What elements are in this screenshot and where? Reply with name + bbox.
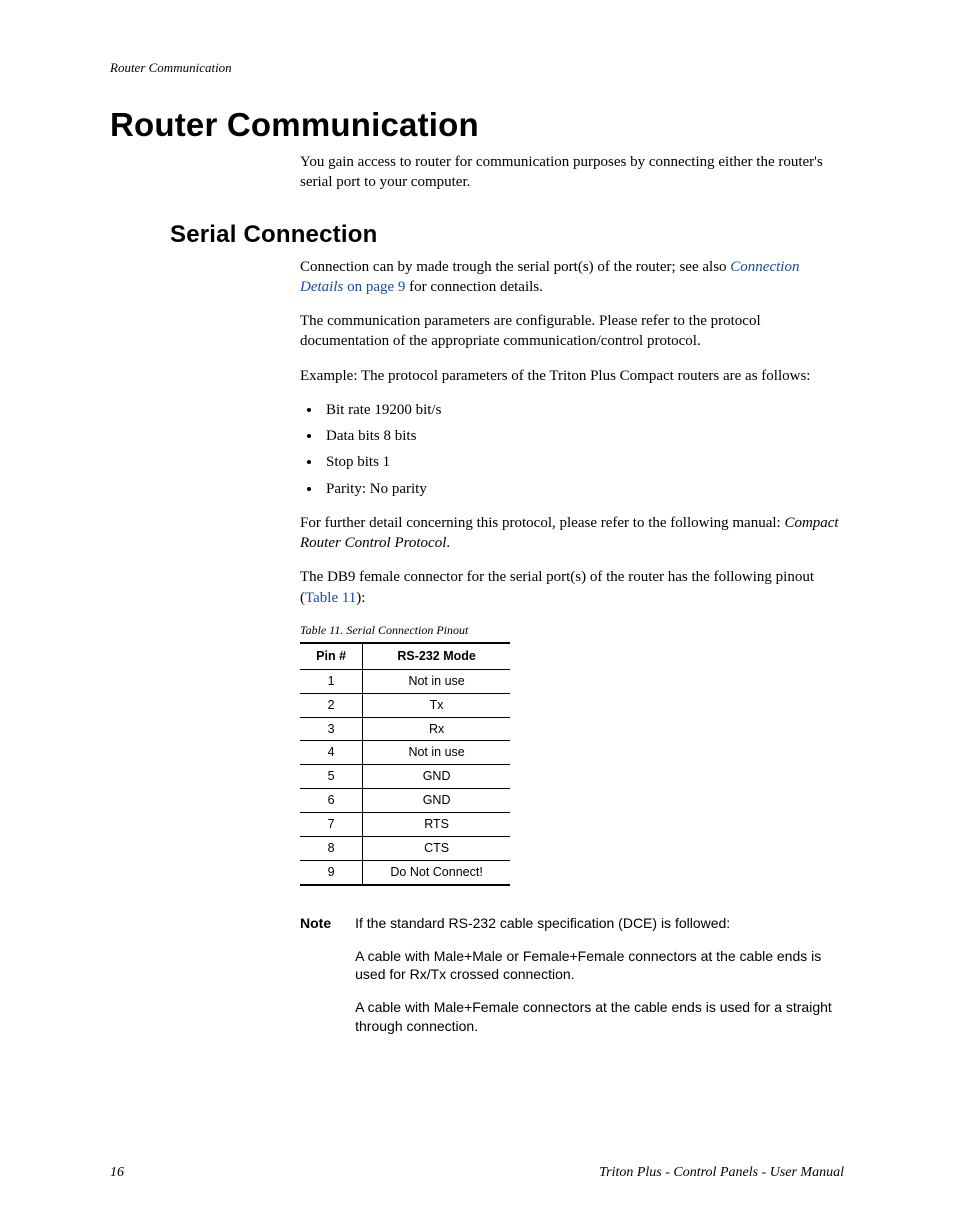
th-pin: Pin # [300, 643, 363, 669]
table-row: 8CTS [300, 836, 510, 860]
table-row: 9Do Not Connect! [300, 860, 510, 884]
td-mode: Not in use [363, 669, 510, 693]
note-p1: If the standard RS-232 cable specificati… [355, 914, 844, 933]
note-label: Note [300, 914, 331, 1050]
td-pin: 4 [300, 741, 363, 765]
section-title: Router Communication [110, 106, 844, 144]
list-item: Data bits 8 bits [322, 426, 844, 446]
pinout-table: Pin # RS-232 Mode 1Not in use 2Tx 3Rx 4N… [300, 642, 510, 886]
note-p2: A cable with Male+Male or Female+Female … [355, 947, 844, 985]
p5-post: ): [356, 590, 365, 606]
td-mode: Rx [363, 717, 510, 741]
p4-pre: For further detail concerning this proto… [300, 515, 784, 531]
page-number: 16 [110, 1165, 124, 1181]
td-mode: RTS [363, 813, 510, 837]
list-item: Stop bits 1 [322, 452, 844, 472]
td-mode: Not in use [363, 741, 510, 765]
p-pinout-intro: The DB9 female connector for the serial … [300, 567, 844, 608]
td-pin: 9 [300, 860, 363, 884]
th-mode: RS-232 Mode [363, 643, 510, 669]
td-pin: 6 [300, 789, 363, 813]
table-row: 5GND [300, 765, 510, 789]
subsection-title: Serial Connection [170, 221, 844, 249]
doc-title: Triton Plus - Control Panels - User Manu… [599, 1165, 844, 1181]
p-connection: Connection can by made trough the serial… [300, 257, 844, 298]
note-text: If the standard RS-232 cable specificati… [355, 914, 844, 1050]
td-mode: Do Not Connect! [363, 860, 510, 884]
note-p3: A cable with Male+Female connectors at t… [355, 998, 844, 1036]
td-mode: CTS [363, 836, 510, 860]
page-footer: 16 Triton Plus - Control Panels - User M… [110, 1165, 844, 1181]
p-manual-ref: For further detail concerning this proto… [300, 513, 844, 554]
td-pin: 8 [300, 836, 363, 860]
td-pin: 5 [300, 765, 363, 789]
table-row: 1Not in use [300, 669, 510, 693]
td-mode: GND [363, 789, 510, 813]
p1-pre: Connection can by made trough the serial… [300, 259, 730, 275]
xref-tail: on page 9 [343, 279, 405, 295]
table-row: 4Not in use [300, 741, 510, 765]
p5-pre: The DB9 female connector for the serial … [300, 569, 814, 605]
section-intro-block: You gain access to router for communicat… [300, 152, 844, 193]
table-head-row: Pin # RS-232 Mode [300, 643, 510, 669]
td-mode: GND [363, 765, 510, 789]
table-row: 7RTS [300, 813, 510, 837]
list-item: Parity: No parity [322, 479, 844, 499]
table-caption: Table 11. Serial Connection Pinout [300, 622, 844, 638]
td-mode: Tx [363, 693, 510, 717]
td-pin: 2 [300, 693, 363, 717]
xref-table-11[interactable]: Table 11 [305, 590, 356, 606]
td-pin: 3 [300, 717, 363, 741]
params-list: Bit rate 19200 bit/s Data bits 8 bits St… [300, 400, 844, 499]
subsection-body: Connection can by made trough the serial… [300, 257, 844, 886]
section-intro: You gain access to router for communicat… [300, 152, 844, 193]
list-item: Bit rate 19200 bit/s [322, 400, 844, 420]
table-row: 6GND [300, 789, 510, 813]
p4-post: . [446, 535, 450, 551]
p-params: The communication parameters are configu… [300, 311, 844, 352]
td-pin: 1 [300, 669, 363, 693]
table-row: 2Tx [300, 693, 510, 717]
note-block: Note If the standard RS-232 cable specif… [300, 914, 844, 1050]
td-pin: 7 [300, 813, 363, 837]
running-head: Router Communication [110, 60, 844, 76]
table-row: 3Rx [300, 717, 510, 741]
p-example: Example: The protocol parameters of the … [300, 366, 844, 386]
p1-post: for connection details. [405, 279, 542, 295]
